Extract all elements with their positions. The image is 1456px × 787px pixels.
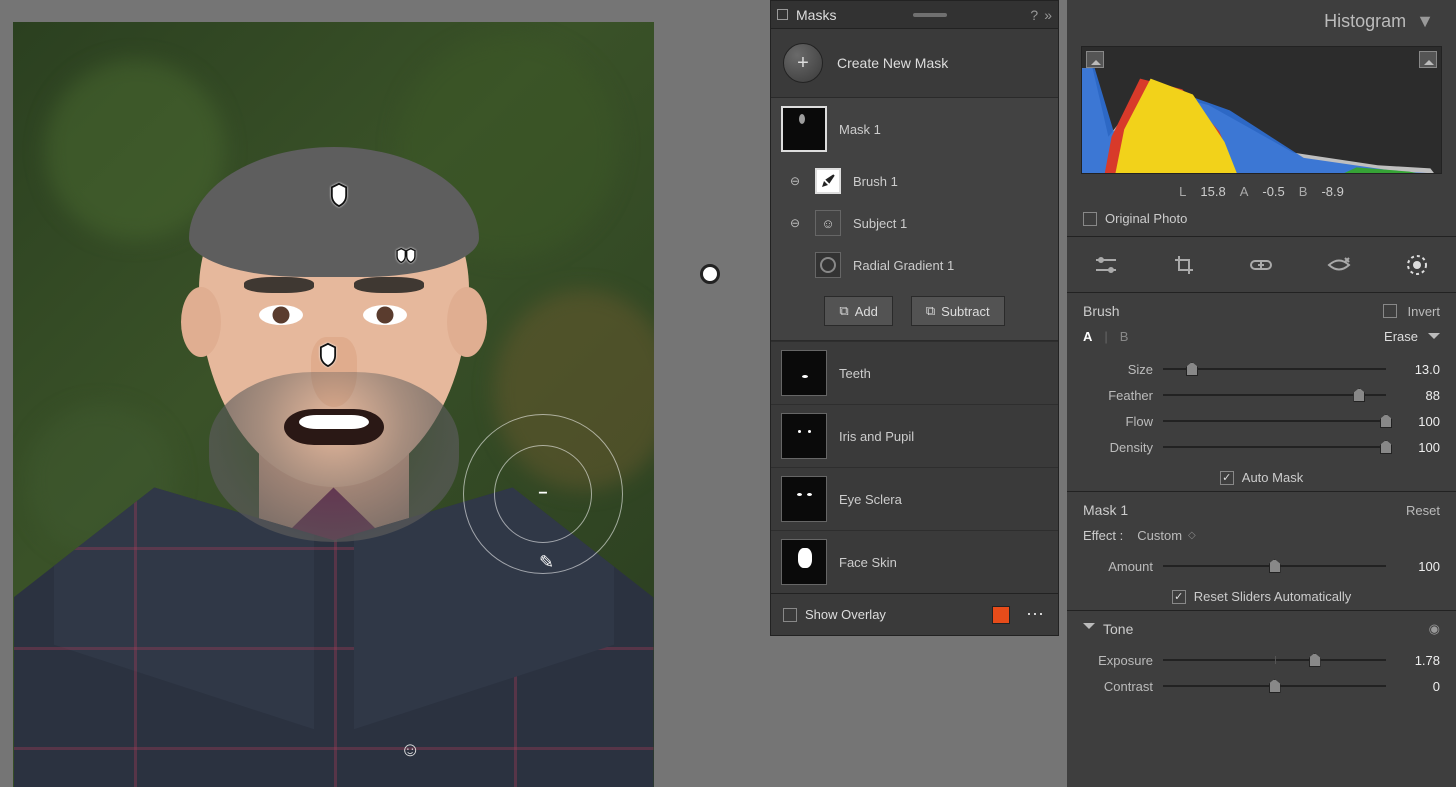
show-overlay-checkbox[interactable] [783, 608, 797, 622]
panel-grip-icon[interactable] [913, 13, 947, 17]
help-icon[interactable]: ? [1030, 7, 1038, 23]
other-masks-list: Teeth Iris and Pupil Eye Sclera Face Ski… [771, 341, 1058, 593]
feather-slider[interactable] [1163, 388, 1386, 402]
mask-label: Iris and Pupil [839, 429, 914, 444]
chevron-down-icon[interactable] [1428, 333, 1440, 345]
mask-section-title: Mask 1 [1083, 502, 1128, 518]
create-new-mask-button[interactable]: + [783, 43, 823, 83]
mask-label: Teeth [839, 366, 871, 381]
erase-mode[interactable]: Erase [1384, 329, 1418, 344]
mask-thumb [781, 413, 827, 459]
tool-strip [1067, 237, 1456, 293]
original-photo-checkbox[interactable] [1083, 212, 1097, 226]
masks-panel-header[interactable]: Masks ? » [771, 1, 1058, 29]
radial-gradient-pin[interactable] [700, 264, 720, 284]
mask-thumb [781, 476, 827, 522]
collapse-icon[interactable]: » [1044, 7, 1052, 23]
mask-row-faceskin[interactable]: Face Skin [771, 530, 1058, 593]
masking-tool-icon[interactable] [1402, 252, 1432, 278]
subject-tool-icon: ☺ [815, 210, 841, 236]
mask-row-teeth[interactable]: Teeth [771, 341, 1058, 404]
add-icon: ⧉ [839, 303, 848, 319]
subtract-from-mask-button[interactable]: ⧉Subtract [911, 296, 1005, 326]
masks-panel: Masks ? » + Create New Mask Mask 1 ⊖ Bru… [770, 0, 1059, 636]
lab-readout: L15.8 A-0.5 B-8.9 [1067, 174, 1456, 205]
reset-button[interactable]: Reset [1406, 503, 1440, 518]
density-slider[interactable] [1163, 440, 1386, 454]
histogram-chart[interactable] [1081, 46, 1442, 174]
effect-dropdown[interactable]: Custom◇ [1137, 528, 1196, 543]
mask-label: Face Skin [839, 555, 897, 570]
right-panel: Histogram ▼ L15.8 A-0.5 B-8.9 Original P… [1067, 0, 1456, 787]
original-photo-label: Original Photo [1105, 211, 1187, 226]
disclosure-icon[interactable] [1083, 623, 1095, 635]
add-to-mask-button[interactable]: ⧉Add [824, 296, 892, 326]
reset-sliders-label: Reset Sliders Automatically [1194, 589, 1352, 604]
subtract-indicator-icon: ⊖ [787, 216, 803, 230]
mask-item-label: Radial Gradient 1 [853, 258, 954, 273]
edit-tool-icon[interactable] [1091, 252, 1121, 278]
exposure-slider[interactable] [1163, 653, 1386, 667]
show-overlay-label: Show Overlay [805, 607, 886, 622]
photo-canvas[interactable]: − ✎ ☺ [13, 22, 654, 787]
radial-tool-icon [815, 252, 841, 278]
overlay-color-swatch[interactable] [992, 606, 1010, 624]
mask-item-radial1[interactable]: Radial Gradient 1 [771, 244, 1058, 286]
brush-preset-a[interactable]: A [1083, 329, 1092, 344]
histogram-header[interactable]: Histogram ▼ [1067, 0, 1456, 42]
effect-label: Effect : [1083, 528, 1123, 543]
mask-item-brush1[interactable]: ⊖ Brush 1 [771, 160, 1058, 202]
mask-item-label: Subject 1 [853, 216, 907, 231]
mask-thumb [781, 106, 827, 152]
subtract-icon: ⧉ [926, 303, 935, 319]
contrast-slider[interactable] [1163, 679, 1386, 693]
amount-slider[interactable] [1163, 559, 1386, 573]
brush-section-title: Brush [1083, 303, 1120, 319]
mask-row-mask1[interactable]: Mask 1 [771, 98, 1058, 160]
visibility-icon[interactable]: ◉ [1429, 621, 1440, 637]
mask-thumb [781, 350, 827, 396]
tone-section: Tone ◉ Exposure1.78 Contrast0 [1067, 611, 1456, 701]
mask-thumb [781, 539, 827, 585]
invert-label: Invert [1407, 304, 1440, 319]
mask-row-sclera[interactable]: Eye Sclera [771, 467, 1058, 530]
collapse-icon[interactable]: ▼ [1416, 11, 1434, 32]
active-mask-group: Mask 1 ⊖ Brush 1 ⊖ ☺ Subject 1 Radial Gr… [771, 97, 1058, 341]
size-slider[interactable] [1163, 362, 1386, 376]
auto-mask-checkbox[interactable] [1220, 471, 1234, 485]
mask-row-iris[interactable]: Iris and Pupil [771, 404, 1058, 467]
reset-sliders-checkbox[interactable] [1172, 590, 1186, 604]
subject-portrait [124, 127, 544, 727]
crop-tool-icon[interactable] [1169, 252, 1199, 278]
create-new-mask-label: Create New Mask [837, 55, 948, 71]
auto-mask-label: Auto Mask [1242, 470, 1303, 485]
masks-panel-title: Masks [796, 7, 836, 23]
invert-checkbox[interactable] [1383, 304, 1397, 318]
flow-slider[interactable] [1163, 414, 1386, 428]
subtract-indicator-icon: ⊖ [787, 174, 803, 188]
redeye-tool-icon[interactable] [1324, 252, 1354, 278]
panel-menu-icon[interactable] [777, 9, 788, 20]
mask-item-subject1[interactable]: ⊖ ☺ Subject 1 [771, 202, 1058, 244]
brush-preset-b[interactable]: B [1120, 329, 1129, 344]
tone-section-title: Tone [1103, 621, 1133, 637]
mask-item-label: Brush 1 [853, 174, 898, 189]
more-options-icon[interactable]: ⋯ [1026, 604, 1046, 625]
mask-label: Eye Sclera [839, 492, 902, 507]
histogram-title: Histogram [1324, 11, 1406, 32]
brush-section: Brush Invert A | B Erase Size13.0 Feathe… [1067, 293, 1456, 492]
mask-adjust-section: Mask 1 Reset Effect : Custom◇ Amount100 … [1067, 492, 1456, 611]
healing-tool-icon[interactable] [1246, 252, 1276, 278]
mask-label: Mask 1 [839, 122, 881, 137]
brush-tool-icon [815, 168, 841, 194]
